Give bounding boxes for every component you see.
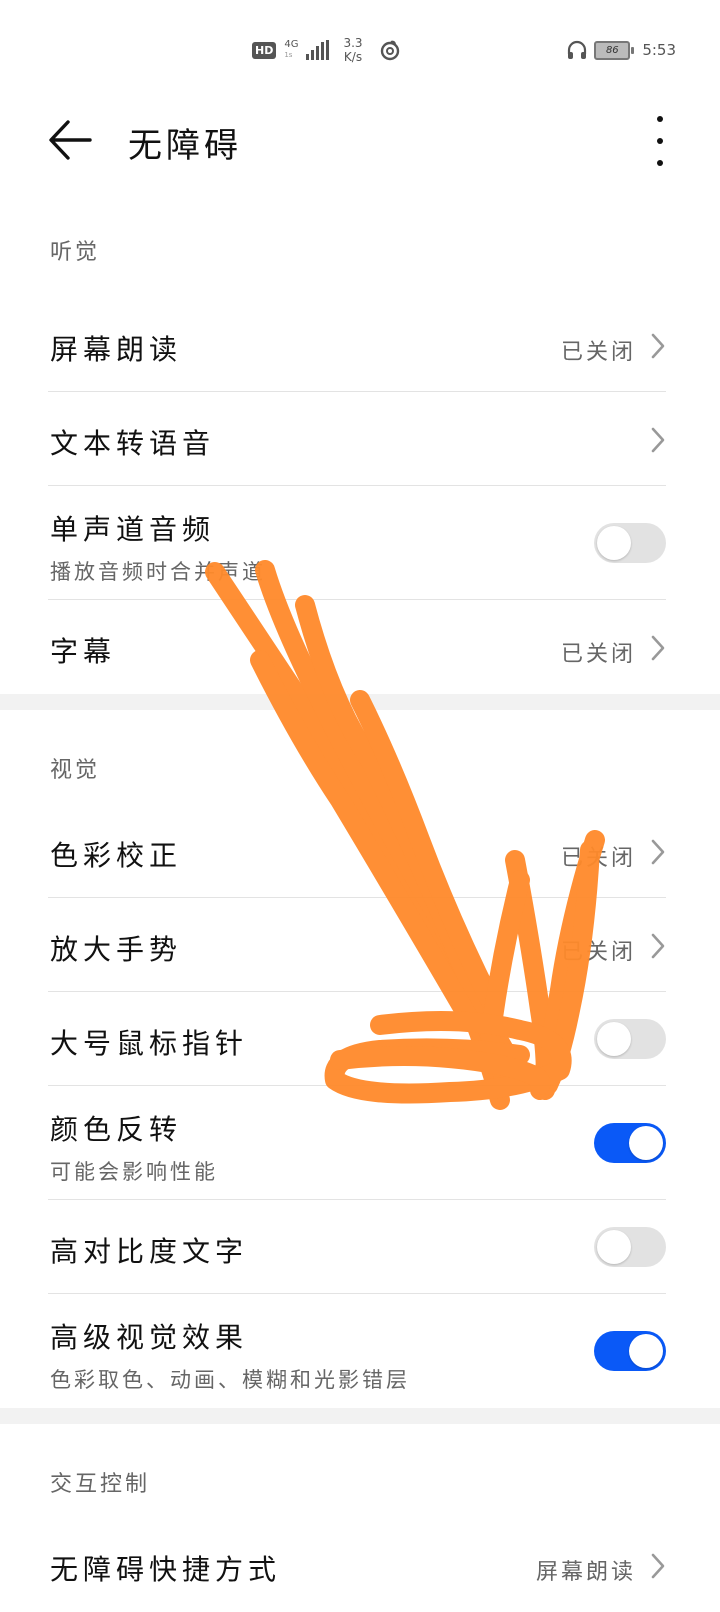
setting-label: 大号鼠标指针: [50, 1027, 249, 1060]
status-bar: HD 4G 1s 3.3 K/s 86 5:53: [0, 0, 720, 90]
chevron-right-icon: [651, 1553, 665, 1579]
network-sub: 1s: [284, 51, 293, 59]
status-center: HD 4G 1s 3.3 K/s: [252, 36, 401, 64]
section-title: 交互控制: [50, 1472, 151, 1497]
setting-value: 已关闭: [560, 846, 636, 871]
setting-label: 色彩校正: [50, 839, 183, 872]
netease-music-icon: [380, 40, 399, 61]
network-speed: 3.3 K/s: [343, 36, 362, 64]
page-title: 无障碍: [128, 126, 242, 166]
section-header-interaction: 交互控制: [0, 1424, 720, 1518]
setting-label: 颜色反转: [50, 1113, 183, 1146]
section-divider: [0, 694, 720, 710]
settings-list: 听觉 屏幕朗读 已关闭 文本转语音 单声道音频 播放音频时合并声道 字幕 已关闭…: [0, 188, 720, 1612]
setting-value: 屏幕朗读: [535, 1560, 636, 1585]
setting-label: 单声道音频: [50, 513, 216, 546]
more-options-icon[interactable]: [650, 116, 670, 166]
setting-accessibility-shortcut[interactable]: 无障碍快捷方式 屏幕朗读: [0, 1518, 720, 1612]
headphones-icon: [568, 40, 587, 59]
toggle-knob: [629, 1334, 663, 1368]
setting-description: 色彩取色、动画、模糊和光影错层: [50, 1368, 410, 1392]
setting-screen-reader[interactable]: 屏幕朗读 已关闭: [0, 298, 720, 392]
section-divider: [0, 1408, 720, 1424]
setting-label: 高对比度文字: [50, 1235, 249, 1268]
setting-value: 已关闭: [560, 340, 636, 365]
high-contrast-text-toggle[interactable]: [594, 1227, 666, 1267]
setting-text-to-speech[interactable]: 文本转语音: [0, 392, 720, 486]
setting-high-contrast-text: 高对比度文字: [0, 1200, 720, 1294]
toggle-knob: [597, 526, 631, 560]
toggle-knob: [629, 1126, 663, 1160]
setting-mono-audio: 单声道音频 播放音频时合并声道: [0, 486, 720, 600]
signal-icon: [306, 40, 330, 60]
speed-unit: K/s: [343, 50, 363, 64]
section-header-vision: 视觉: [0, 710, 720, 804]
setting-label: 无障碍快捷方式: [50, 1553, 282, 1586]
setting-color-inversion: 颜色反转 可能会影响性能: [0, 1086, 720, 1200]
setting-magnification-gestures[interactable]: 放大手势 已关闭: [0, 898, 720, 992]
chevron-right-icon: [651, 839, 665, 865]
setting-label: 放大手势: [50, 933, 183, 966]
toggle-knob: [597, 1022, 631, 1056]
app-bar: 无障碍: [0, 92, 720, 188]
setting-advanced-visual-effects: 高级视觉效果 色彩取色、动画、模糊和光影错层: [0, 1294, 720, 1408]
setting-captions[interactable]: 字幕 已关闭: [0, 600, 720, 694]
section-title: 视觉: [50, 758, 101, 783]
large-pointer-toggle[interactable]: [594, 1019, 666, 1059]
advanced-visual-toggle[interactable]: [594, 1331, 666, 1371]
mono-audio-toggle[interactable]: [594, 523, 666, 563]
setting-value: 已关闭: [560, 940, 636, 965]
speed-value: 3.3: [343, 36, 363, 50]
chevron-right-icon: [651, 427, 665, 453]
status-right: 86 5:53: [566, 40, 676, 60]
setting-description: 可能会影响性能: [50, 1160, 218, 1184]
setting-label: 字幕: [50, 635, 117, 668]
chevron-right-icon: [651, 933, 665, 959]
section-title: 听觉: [50, 240, 101, 265]
chevron-right-icon: [651, 333, 665, 359]
setting-color-correction[interactable]: 色彩校正 已关闭: [0, 804, 720, 898]
setting-label: 高级视觉效果: [50, 1321, 249, 1354]
network-type: 4G 1s: [284, 40, 298, 60]
back-arrow-icon[interactable]: [46, 116, 94, 164]
setting-label: 文本转语音: [50, 427, 216, 460]
toggle-knob: [597, 1230, 631, 1264]
hd-badge: HD: [252, 41, 277, 59]
clock: 5:53: [642, 41, 676, 59]
network-label: 4G: [284, 39, 299, 50]
setting-label: 屏幕朗读: [50, 333, 183, 366]
setting-value: 已关闭: [560, 642, 636, 667]
color-inversion-toggle[interactable]: [594, 1123, 666, 1163]
section-header-hearing: 听觉: [0, 188, 720, 298]
battery-icon: 86: [594, 40, 635, 60]
setting-description: 播放音频时合并声道: [50, 560, 266, 584]
setting-large-pointer: 大号鼠标指针: [0, 992, 720, 1086]
chevron-right-icon: [651, 635, 665, 661]
